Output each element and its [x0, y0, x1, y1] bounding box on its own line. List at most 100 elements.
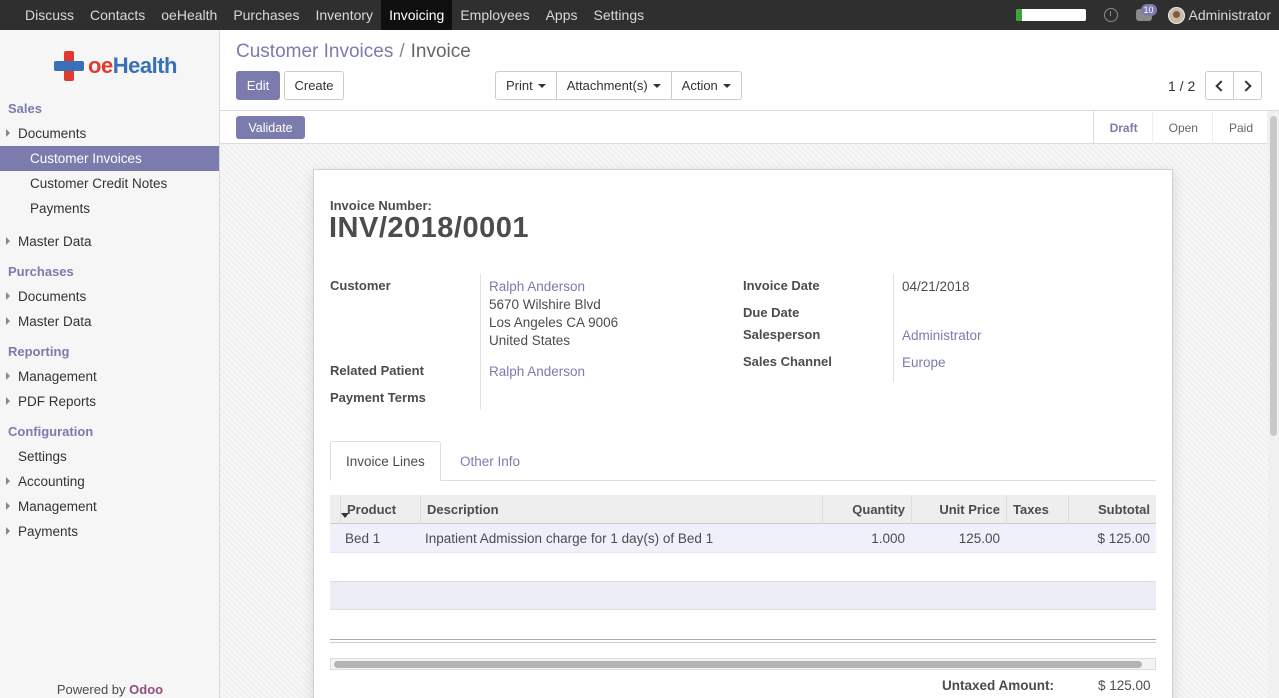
notebook-tabs: Invoice Lines Other Info — [330, 441, 1156, 481]
menu-discuss[interactable]: Discuss — [17, 0, 82, 30]
sidebar-item-settings[interactable]: Settings — [0, 444, 219, 469]
sidebar-item-purchases-master-data[interactable]: Master Data — [0, 309, 219, 334]
menu-apps[interactable]: Apps — [538, 0, 586, 30]
caret-right-icon — [6, 527, 10, 535]
status-open: Open — [1153, 111, 1213, 144]
control-panel: Customer Invoices / Invoice Edit Create Pr… — [220, 30, 1279, 111]
cell-description: Inpatient Admission charge for 1 day(s) … — [425, 531, 714, 546]
col-description[interactable]: Description — [420, 495, 823, 524]
print-dropdown[interactable]: Print — [496, 72, 557, 99]
sidebar-item-sales-master-data[interactable]: Master Data — [0, 229, 219, 254]
activity-clock-icon[interactable] — [1103, 8, 1118, 22]
menu-contacts[interactable]: Contacts — [82, 0, 153, 30]
sidebar-item-customer-credit-notes[interactable]: Customer Credit Notes — [0, 171, 219, 196]
related-patient-link[interactable]: Ralph Anderson — [489, 363, 585, 381]
cell-subtotal: $ 125.00 — [1097, 531, 1150, 546]
menu-settings[interactable]: Settings — [586, 0, 653, 30]
related-patient-label: Related Patient — [330, 363, 424, 378]
sidebar-item-sales-documents[interactable]: Documents — [0, 121, 219, 146]
create-button[interactable]: Create — [284, 71, 344, 100]
caret-right-icon — [6, 502, 10, 510]
tab-other-info[interactable]: Other Info — [445, 441, 535, 481]
sidebar-item-config-management[interactable]: Management — [0, 494, 219, 519]
invoice-number-label: Invoice Number: — [330, 198, 432, 213]
odoo-link[interactable]: Odoo — [129, 682, 163, 697]
status-steps: Draft Open Paid — [1092, 111, 1268, 144]
sidebar-item-purchases-documents[interactable]: Documents — [0, 284, 219, 309]
sidebar-item-customer-invoices[interactable]: Customer Invoices — [0, 146, 219, 171]
sidebar-item-reporting-management[interactable]: Management — [0, 364, 219, 389]
horizontal-scrollbar[interactable] — [330, 658, 1156, 670]
loading-bar — [1015, 9, 1086, 21]
horizontal-scroll-thumb[interactable] — [334, 661, 1142, 668]
chat-icon[interactable]: 10 — [1135, 4, 1157, 21]
sales-channel-link[interactable]: Europe — [902, 354, 946, 372]
menu-inventory[interactable]: Inventory — [307, 0, 381, 30]
status-draft: Draft — [1094, 111, 1153, 144]
cell-quantity: 1.000 — [871, 531, 905, 546]
sidebar-item-accounting[interactable]: Accounting — [0, 469, 219, 494]
breadcrumb-current: Invoice — [410, 41, 471, 62]
section-purchases: Purchases — [8, 264, 74, 279]
caret-right-icon — [6, 372, 10, 380]
attachments-dropdown[interactable]: Attachment(s) — [557, 72, 672, 99]
sales-channel-label: Sales Channel — [743, 354, 832, 369]
pager-previous-button[interactable] — [1205, 71, 1234, 100]
table-row[interactable]: Bed 1 Inpatient Admission charge for 1 d… — [330, 524, 1156, 553]
form-statusbar: Validate Draft Open Paid — [220, 111, 1268, 144]
form-sheet: Invoice Number: INV/2018/0001 Customer R… — [313, 169, 1173, 698]
col-unit-price[interactable]: Unit Price — [911, 495, 1006, 524]
untaxed-amount-label: Untaxed Amount: — [942, 678, 1054, 693]
edit-button[interactable]: Edit — [236, 71, 280, 100]
top-navbar: Discuss Contacts oeHealth Purchases Inve… — [0, 0, 1279, 30]
payment-terms-label: Payment Terms — [330, 390, 426, 405]
invoice-date-label: Invoice Date — [743, 278, 820, 293]
sidebar: oeHealth Sales Documents Customer Invoic… — [0, 30, 220, 698]
tab-invoice-lines[interactable]: Invoice Lines — [330, 441, 441, 481]
salesperson-label: Salesperson — [743, 327, 821, 342]
caret-right-icon — [6, 129, 10, 137]
table-header: Product Description Quantity Unit Price … — [330, 495, 1156, 524]
invoice-date-value[interactable]: 04/21/2018 — [902, 278, 970, 296]
menu-invoicing[interactable]: Invoicing — [381, 0, 453, 30]
logo-text: oeHealth — [88, 53, 177, 78]
section-reporting: Reporting — [8, 344, 70, 359]
salesperson-link[interactable]: Administrator — [902, 327, 982, 345]
customer-country: United States — [489, 333, 571, 348]
systray: 10 Administrator — [1015, 0, 1279, 30]
breadcrumb-customer-invoices[interactable]: Customer Invoices — [236, 41, 393, 62]
oehealth-logo: oeHealth — [0, 30, 219, 102]
chevron-right-icon — [1240, 79, 1252, 92]
pager-next-button[interactable] — [1233, 71, 1262, 100]
customer-street: 5670 Wilshire Blvd — [489, 297, 601, 312]
invoice-lines-table: Product Description Quantity Unit Price … — [330, 495, 1156, 553]
table-footer — [330, 639, 1156, 643]
customer-link[interactable]: Ralph Anderson — [489, 278, 585, 296]
sidebar-item-config-payments[interactable]: Payments — [0, 519, 219, 544]
powered-by: Powered by Odoo — [56, 682, 164, 697]
col-subtotal[interactable]: Subtotal — [1068, 495, 1156, 524]
caret-right-icon — [6, 237, 10, 245]
chat-badge: 10 — [1140, 4, 1157, 16]
sidebar-item-pdf-reports[interactable]: PDF Reports — [0, 389, 219, 414]
user-menu[interactable]: Administrator — [1189, 7, 1279, 23]
empty-row — [330, 581, 1156, 610]
avatar[interactable] — [1167, 6, 1185, 24]
action-dropdown[interactable]: Action — [672, 72, 741, 99]
col-product[interactable]: Product — [340, 495, 420, 524]
col-quantity[interactable]: Quantity — [822, 495, 911, 524]
validate-button[interactable]: Validate — [236, 116, 305, 139]
vertical-scroll-thumb[interactable] — [1270, 116, 1277, 436]
due-date-label: Due Date — [743, 305, 800, 320]
breadcrumb-separator: / — [399, 41, 405, 62]
col-taxes[interactable]: Taxes — [1006, 495, 1068, 524]
menu-purchases[interactable]: Purchases — [225, 0, 307, 30]
pager-value[interactable]: 1 / 2 — [1168, 78, 1195, 94]
status-paid: Paid — [1213, 111, 1268, 144]
menu-employees[interactable]: Employees — [452, 0, 537, 30]
sidebar-item-payments[interactable]: Payments — [0, 196, 219, 221]
invoice-number: INV/2018/0001 — [329, 212, 529, 244]
menu-oehealth[interactable]: oeHealth — [153, 0, 225, 30]
breadcrumb: Customer Invoices / Invoice — [236, 41, 471, 63]
sidebar-actions: Print Attachment(s) Action — [495, 71, 742, 100]
